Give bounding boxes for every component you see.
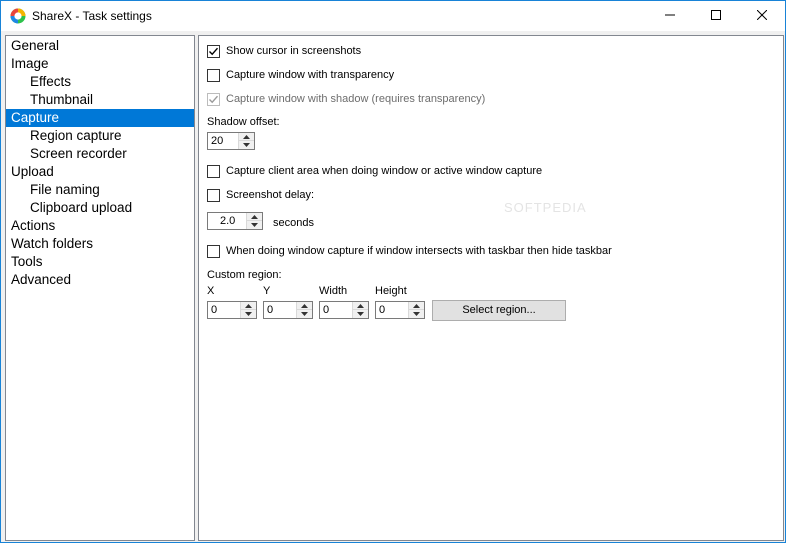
window-title: ShareX - Task settings xyxy=(32,9,152,23)
title-bar[interactable]: ShareX - Task settings xyxy=(1,1,785,31)
stepper-arrows[interactable] xyxy=(240,302,256,318)
show-cursor-label[interactable]: Show cursor in screenshots xyxy=(226,45,361,57)
maximize-icon xyxy=(711,7,721,25)
window-transparency-checkbox[interactable] xyxy=(207,69,220,82)
region-x-value: 0 xyxy=(211,304,218,316)
tree-item-label: Capture xyxy=(11,110,60,125)
shadow-offset-label: Shadow offset: xyxy=(207,116,280,128)
watermark: SOFTPEDIA xyxy=(504,200,587,215)
close-icon xyxy=(756,7,768,25)
screenshot-delay-label[interactable]: Screenshot delay: xyxy=(226,189,314,201)
tree-item-label: Actions xyxy=(11,218,56,233)
arrow-up-icon[interactable] xyxy=(409,302,424,310)
tree-item-label: Watch folders xyxy=(11,236,94,251)
tree-item-label: General xyxy=(11,38,60,53)
arrow-down-icon[interactable] xyxy=(409,310,424,318)
tree-item-advanced[interactable]: Advanced xyxy=(6,271,194,289)
screenshot-delay-stepper[interactable]: 2.0 xyxy=(207,212,263,230)
screenshot-delay-checkbox[interactable] xyxy=(207,189,220,202)
arrow-down-icon[interactable] xyxy=(297,310,312,318)
checkmark-icon xyxy=(209,95,219,104)
arrow-down-icon[interactable] xyxy=(239,141,254,149)
tree-item-label: Thumbnail xyxy=(30,92,94,107)
tree-item-general[interactable]: General xyxy=(6,37,194,55)
arrow-up-icon[interactable] xyxy=(247,213,262,221)
tree-item-label: File naming xyxy=(30,182,100,197)
tree-item-label: Clipboard upload xyxy=(30,200,133,215)
capture-settings-panel: SOFTPEDIA Show cursor in screenshots Cap… xyxy=(198,35,784,541)
checkmark-icon xyxy=(209,47,219,56)
arrow-down-icon[interactable] xyxy=(247,221,262,229)
custom-region-label: Custom region: xyxy=(207,269,282,281)
tree-item-region-capture[interactable]: Region capture xyxy=(6,127,194,145)
tree-item-label: Screen recorder xyxy=(30,146,127,161)
region-width-label: Width xyxy=(319,285,348,297)
window-shadow-label: Capture window with shadow (requires tra… xyxy=(226,93,486,105)
tree-item-upload[interactable]: Upload xyxy=(6,163,194,181)
close-button[interactable] xyxy=(739,1,785,31)
tree-item-file-naming[interactable]: File naming xyxy=(6,181,194,199)
tree-item-image[interactable]: Image xyxy=(6,55,194,73)
sharex-logo-icon xyxy=(10,8,26,24)
stepper-arrows[interactable] xyxy=(238,133,254,149)
region-y-label: Y xyxy=(263,285,271,297)
region-height-stepper[interactable]: 0 xyxy=(375,301,425,319)
stepper-arrows[interactable] xyxy=(352,302,368,318)
tree-item-watch-folders[interactable]: Watch folders xyxy=(6,235,194,253)
tree-item-actions[interactable]: Actions xyxy=(6,217,194,235)
arrow-up-icon[interactable] xyxy=(239,133,254,141)
region-height-label: Height xyxy=(375,285,407,297)
tree-item-label: Region capture xyxy=(30,128,122,143)
hide-taskbar-checkbox[interactable] xyxy=(207,245,220,258)
stepper-arrows[interactable] xyxy=(296,302,312,318)
tree-item-effects[interactable]: Effects xyxy=(6,73,194,91)
seconds-label: seconds xyxy=(273,217,314,229)
settings-tree[interactable]: General Image Effects Thumbnail Capture … xyxy=(5,35,195,541)
tree-item-clipboard-upload[interactable]: Clipboard upload xyxy=(6,199,194,217)
tree-item-label: Effects xyxy=(30,74,72,89)
tree-item-label: Upload xyxy=(11,164,54,179)
tree-item-label: Image xyxy=(11,56,49,71)
region-width-stepper[interactable]: 0 xyxy=(319,301,369,319)
tree-item-label: Advanced xyxy=(11,272,72,287)
tree-item-screen-recorder[interactable]: Screen recorder xyxy=(6,145,194,163)
region-y-stepper[interactable]: 0 xyxy=(263,301,313,319)
window-shadow-checkbox xyxy=(207,93,220,106)
region-x-label: X xyxy=(207,285,215,297)
maximize-button[interactable] xyxy=(693,1,739,31)
tree-item-thumbnail[interactable]: Thumbnail xyxy=(6,91,194,109)
hide-taskbar-label[interactable]: When doing window capture if window inte… xyxy=(226,245,612,257)
minimize-button[interactable] xyxy=(647,1,693,31)
arrow-up-icon[interactable] xyxy=(297,302,312,310)
tree-item-tools[interactable]: Tools xyxy=(6,253,194,271)
region-width-value: 0 xyxy=(323,304,330,316)
client-area-label[interactable]: Capture client area when doing window or… xyxy=(226,165,542,177)
arrow-down-icon[interactable] xyxy=(241,310,256,318)
region-x-stepper[interactable]: 0 xyxy=(207,301,257,319)
region-y-value: 0 xyxy=(267,304,274,316)
arrow-up-icon[interactable] xyxy=(353,302,368,310)
show-cursor-checkbox[interactable] xyxy=(207,45,220,58)
stepper-arrows[interactable] xyxy=(408,302,424,318)
shadow-offset-value: 20 xyxy=(211,135,224,147)
stepper-arrows[interactable] xyxy=(246,213,262,229)
window-transparency-label[interactable]: Capture window with transparency xyxy=(226,69,394,81)
arrow-down-icon[interactable] xyxy=(353,310,368,318)
client-area-checkbox[interactable] xyxy=(207,165,220,178)
task-settings-window: ShareX - Task settings General Image Eff… xyxy=(0,0,786,543)
select-region-button[interactable]: Select region... xyxy=(432,300,566,321)
arrow-up-icon[interactable] xyxy=(241,302,256,310)
tree-item-capture[interactable]: Capture xyxy=(6,109,194,127)
tree-item-label: Tools xyxy=(11,254,43,269)
screenshot-delay-value: 2.0 xyxy=(220,215,236,227)
shadow-offset-stepper[interactable]: 20 xyxy=(207,132,255,150)
minimize-icon xyxy=(665,7,675,25)
region-height-value: 0 xyxy=(379,304,386,316)
